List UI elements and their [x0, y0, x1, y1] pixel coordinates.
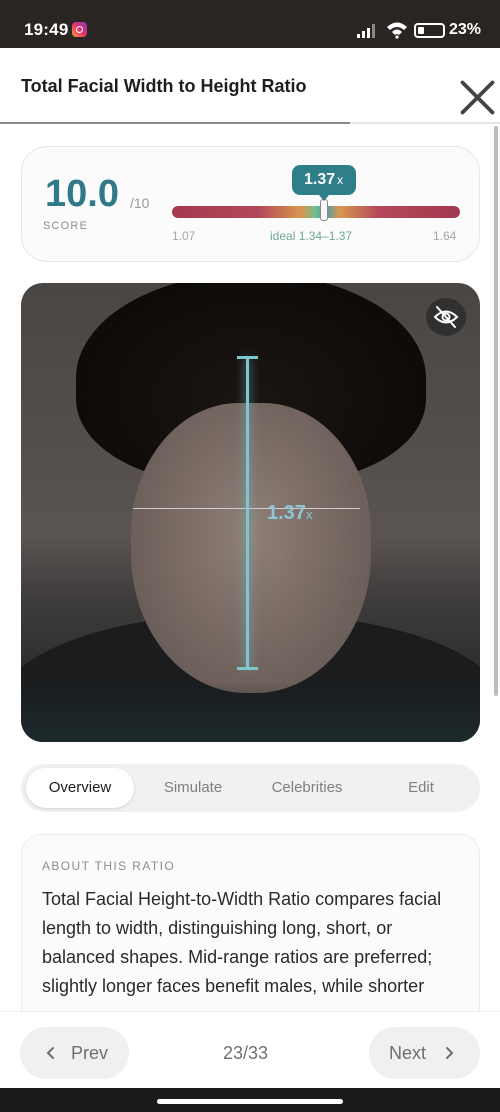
current-ratio-bubble: 1.37 x — [291, 165, 356, 201]
photo-ratio-suffix: x — [305, 507, 313, 522]
score-denominator: /10 — [130, 195, 150, 211]
face-photo: 1.37x — [21, 283, 480, 742]
progress-bar — [0, 122, 350, 124]
home-indicator[interactable] — [157, 1099, 343, 1104]
prev-label: Prev — [71, 1043, 109, 1063]
wifi-icon — [387, 22, 407, 39]
tab-overview[interactable]: Overview — [26, 768, 134, 808]
hide-overlay-button[interactable] — [426, 298, 466, 336]
photo-bottom-fade — [21, 682, 480, 742]
gauge-max: 1.64 — [433, 229, 457, 243]
gauge-needle — [319, 199, 328, 221]
current-ratio-suffix: x — [337, 173, 344, 187]
instagram-notification-icon — [72, 22, 87, 37]
current-ratio-value: 1.37 — [304, 171, 336, 188]
photo-face — [131, 403, 371, 693]
battery-percent: 23% — [449, 21, 482, 38]
system-nav-bar — [0, 1088, 500, 1112]
next-label: Next — [389, 1043, 427, 1063]
page-title: Total Facial Width to Height Ratio — [21, 76, 307, 96]
height-measure-line — [246, 357, 249, 669]
close-icon[interactable] — [455, 75, 500, 120]
chevron-left-icon — [46, 1047, 54, 1059]
tab-bar: Overview Simulate Celebrities Edit — [21, 764, 480, 812]
tab-edit[interactable]: Edit — [367, 768, 475, 808]
status-bar: 19:49 23% — [0, 0, 500, 48]
photo-ratio-label: 1.37x — [267, 502, 312, 525]
height-line-top-cap — [237, 356, 258, 359]
prev-button[interactable]: Prev — [20, 1027, 129, 1079]
eye-off-icon — [433, 306, 459, 328]
chevron-right-icon — [446, 1047, 454, 1059]
score-card: 10.0 /10 SCORE 1.37 x 1.07 ideal 1.34–1.3… — [21, 146, 480, 262]
gauge-ideal-range: ideal 1.34–1.37 — [270, 229, 353, 243]
gauge-min: 1.07 — [172, 229, 196, 243]
height-line-bottom-cap — [237, 667, 258, 670]
tab-simulate[interactable]: Simulate — [139, 768, 247, 808]
about-text: Total Facial Height-to-Width Ratio compa… — [42, 889, 442, 996]
about-heading: ABOUT THIS RATIO — [42, 859, 176, 873]
tab-celebrities[interactable]: Celebrities — [252, 768, 362, 808]
progress-track — [0, 122, 500, 124]
scrollbar[interactable] — [494, 126, 498, 696]
page-indicator: 23/33 — [223, 1043, 269, 1063]
battery-icon — [414, 23, 445, 38]
header: Total Facial Width to Height Ratio — [0, 48, 500, 124]
status-time: 19:49 — [24, 20, 69, 39]
ratio-gauge — [172, 206, 460, 218]
score-label: SCORE — [43, 220, 89, 232]
next-button[interactable]: Next — [369, 1027, 480, 1079]
score-value: 10.0 — [45, 173, 119, 215]
photo-ratio-value: 1.37 — [267, 502, 306, 524]
cellular-signal-icon — [357, 24, 375, 38]
